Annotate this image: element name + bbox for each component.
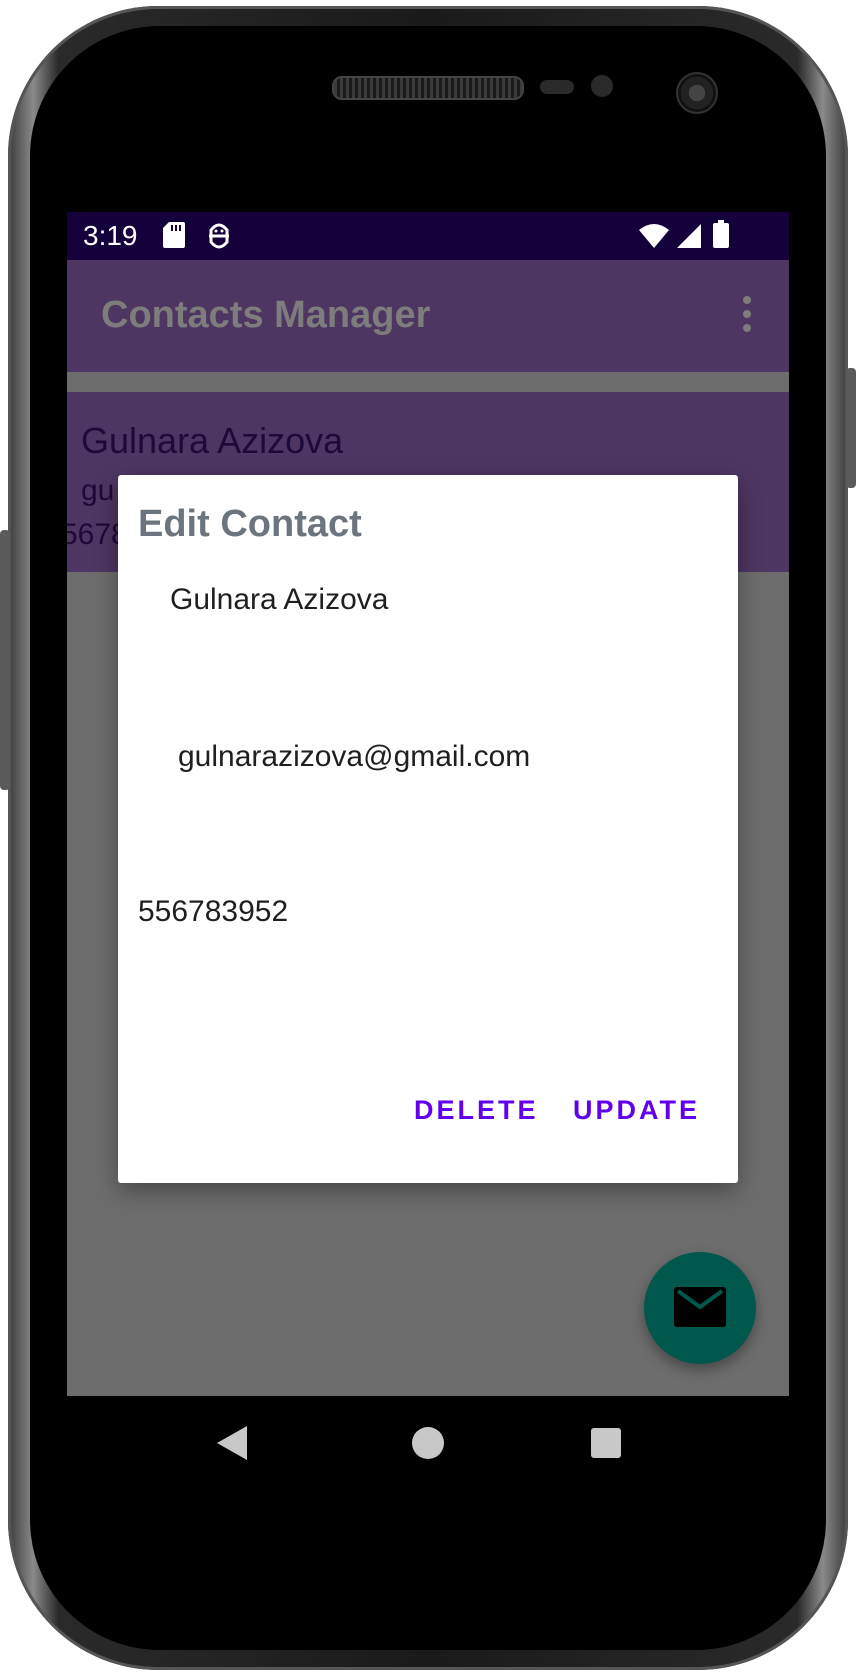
android-debug-icon <box>207 222 231 255</box>
email-icon <box>674 1287 726 1327</box>
update-button[interactable]: UPDATE <box>573 1095 700 1126</box>
app-title: Contacts Manager <box>101 294 431 336</box>
signal-icon <box>677 224 701 253</box>
status-time: 3:19 <box>83 220 138 251</box>
device-screen: 3:19 Contacts Manager Gulnara Azizova gu… <box>67 212 789 1492</box>
wifi-icon <box>639 224 669 253</box>
volume-button <box>0 530 10 790</box>
contact-name: Gulnara Azizova <box>81 420 344 461</box>
home-icon[interactable] <box>412 1427 444 1464</box>
light-sensor <box>591 75 613 97</box>
more-vert-icon[interactable] <box>741 296 753 336</box>
back-icon[interactable] <box>217 1426 247 1465</box>
earpiece-speaker <box>332 76 524 100</box>
app-bar: Contacts Manager <box>67 260 789 372</box>
email-field[interactable]: gulnarazizova@gmail.com <box>178 740 530 774</box>
name-field[interactable]: Gulnara Azizova <box>170 583 388 617</box>
proximity-sensor <box>540 80 574 94</box>
contact-email: gu <box>81 474 115 507</box>
compose-email-button[interactable] <box>644 1252 756 1364</box>
sd-card-icon <box>163 222 185 253</box>
dialog-title: Edit Contact <box>138 503 362 545</box>
phone-field[interactable]: 556783952 <box>138 895 288 929</box>
dialog-actions: DELETE UPDATE <box>384 1095 700 1126</box>
power-button <box>846 368 856 488</box>
status-bar: 3:19 <box>67 212 789 260</box>
edit-contact-dialog: Edit Contact Gulnara Azizova gulnarazizo… <box>118 475 738 1183</box>
recents-icon[interactable] <box>591 1428 621 1463</box>
front-camera <box>676 72 718 114</box>
navigation-bar <box>67 1396 789 1492</box>
delete-button[interactable]: DELETE <box>414 1095 539 1126</box>
battery-icon <box>713 220 729 253</box>
